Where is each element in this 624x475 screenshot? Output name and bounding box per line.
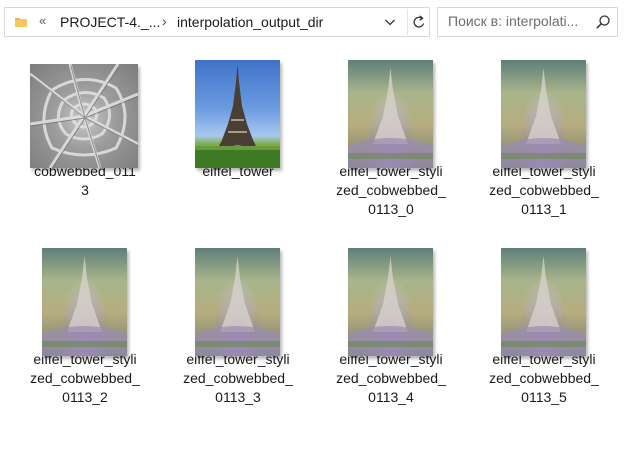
file-name-line: zed_cobwebbed_ [183, 370, 293, 386]
address-bar[interactable]: « PROJECT-4._... › interpolation_output_… [4, 7, 430, 37]
search-icon[interactable] [595, 14, 611, 30]
file-name-line: zed_cobwebbed_ [489, 370, 599, 386]
cobweb-thumbnail [30, 64, 138, 168]
search-input[interactable] [448, 13, 588, 29]
file-item[interactable]: eiffel_tower_styli zed_cobwebbed_ 0113_4 [321, 232, 461, 407]
thumbnail-area [474, 44, 614, 168]
file-name-label: eiffel_tower_styli zed_cobwebbed_ 0113_4 [321, 350, 461, 407]
stylized-thumbnail [348, 60, 433, 168]
stylized-tower-icon [501, 256, 586, 356]
file-item[interactable]: eiffel_tower_styli zed_cobwebbed_ 0113_0 [321, 44, 461, 219]
file-item[interactable]: eiffel_tower_styli zed_cobwebbed_ 0113_3 [168, 232, 308, 407]
stylized-tower-icon [501, 68, 586, 168]
refresh-icon [413, 15, 425, 28]
stylized-tower-icon [42, 256, 127, 356]
file-item[interactable]: eiffel_tower_styli zed_cobwebbed_ 0113_2 [15, 232, 155, 407]
thumbnail-area [321, 44, 461, 168]
refresh-button[interactable] [407, 9, 430, 35]
file-name-label: eiffel_tower_styli zed_cobwebbed_ 0113_0 [321, 162, 461, 219]
file-item[interactable]: eiffel_tower [168, 44, 308, 181]
stylized-thumbnail [501, 60, 586, 168]
file-name-line: 0113_0 [368, 201, 414, 217]
thumbnail-area [474, 232, 614, 356]
file-name-line: 3 [81, 182, 89, 198]
stylized-tower-icon [348, 256, 433, 356]
toolbar: « PROJECT-4._... › interpolation_output_… [0, 0, 624, 44]
overflow-chevrons-icon[interactable]: « [39, 13, 46, 28]
stylized-thumbnail [42, 248, 127, 356]
file-name-line: zed_cobwebbed_ [336, 370, 446, 386]
thumbnail-area [168, 44, 308, 168]
file-item[interactable]: cobwebbed_011 3 [15, 44, 155, 200]
file-name-label: eiffel_tower_styli zed_cobwebbed_ 0113_5 [474, 350, 614, 407]
stylized-thumbnail [501, 248, 586, 356]
eiffel-photo-thumbnail [195, 60, 280, 168]
search-box[interactable] [437, 7, 618, 37]
thumbnail-area [15, 44, 155, 168]
thumbnail-area [15, 232, 155, 356]
file-item[interactable]: eiffel_tower_styli zed_cobwebbed_ 0113_1 [474, 44, 614, 219]
breadcrumb-project[interactable]: PROJECT-4._... [60, 14, 160, 30]
breadcrumb-separator-icon[interactable]: › [162, 13, 167, 29]
file-name-line: 0113_1 [521, 201, 567, 217]
stylized-thumbnail [348, 248, 433, 356]
file-name-label: eiffel_tower_styli zed_cobwebbed_ 0113_3 [168, 350, 308, 407]
file-name-line: zed_cobwebbed_ [30, 370, 140, 386]
file-name-line: 0113_3 [215, 389, 261, 405]
stylized-tower-icon [195, 256, 280, 356]
address-dropdown-icon[interactable] [382, 14, 398, 30]
breadcrumb-current-folder[interactable]: interpolation_output_dir [177, 14, 323, 30]
file-name-line: zed_cobwebbed_ [336, 182, 446, 198]
cobweb-pattern-icon [30, 64, 138, 168]
file-name-label: eiffel_tower_styli zed_cobwebbed_ 0113_1 [474, 162, 614, 219]
explorer-window: « PROJECT-4._... › interpolation_output_… [0, 0, 624, 475]
file-name-line: 0113_2 [62, 389, 108, 405]
stylized-tower-icon [348, 68, 433, 168]
file-name-line: 0113_5 [521, 389, 567, 405]
file-name-label: eiffel_tower_styli zed_cobwebbed_ 0113_2 [15, 350, 155, 407]
folder-icon [15, 18, 27, 27]
file-name-line: 0113_4 [368, 389, 414, 405]
file-name-line: zed_cobwebbed_ [489, 182, 599, 198]
file-grid: cobwebbed_011 3 eiffel_tower eiffel_towe… [0, 44, 624, 475]
file-item[interactable]: eiffel_tower_styli zed_cobwebbed_ 0113_5 [474, 232, 614, 407]
eiffel-tower-icon [195, 64, 280, 168]
stylized-thumbnail [195, 248, 280, 356]
thumbnail-area [168, 232, 308, 356]
thumbnail-area [321, 232, 461, 356]
